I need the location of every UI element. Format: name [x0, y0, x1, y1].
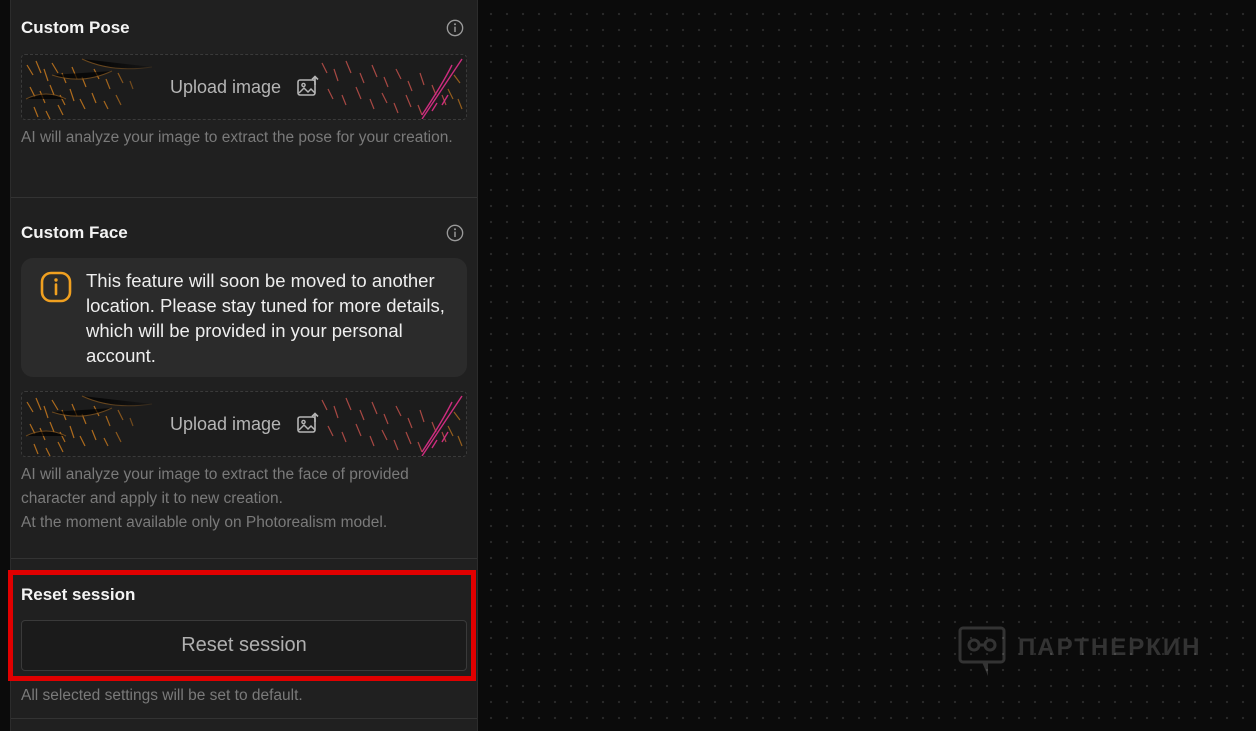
upload-label: Upload image [170, 414, 282, 434]
watermark-text: ПАРТНЕРКИН [1018, 634, 1202, 661]
image-upload-icon [297, 412, 319, 433]
custom-face-helper-text: AI will analyze your image to extract th… [21, 463, 467, 535]
custom-face-upload-dropzone[interactable]: Upload image [21, 391, 467, 457]
feature-move-notice: This feature will soon be moved to anoth… [21, 258, 467, 377]
info-icon[interactable] [446, 19, 464, 37]
watermark-logo-icon [958, 626, 1006, 676]
custom-pose-upload-dropzone[interactable]: Upload image [21, 54, 467, 120]
section-divider [11, 718, 477, 719]
notice-text: This feature will soon be moved to anoth… [86, 270, 445, 366]
reset-session-helper-text: All selected settings will be set to def… [21, 687, 303, 704]
app-screen: Custom Pose Upload image AI will analyze… [0, 0, 1256, 731]
custom-pose-helper-text: AI will analyze your image to extract th… [21, 129, 453, 146]
section-divider [11, 197, 477, 198]
custom-pose-title: Custom Pose [21, 18, 130, 37]
section-divider [11, 558, 477, 559]
highlight-annotation-box [8, 570, 476, 681]
image-upload-icon [297, 75, 319, 96]
watermark-logo: ПАРТНЕРКИН [958, 626, 1200, 678]
warning-info-icon [40, 271, 72, 303]
custom-face-helper-line: At the moment available only on Photorea… [21, 514, 388, 531]
upload-label: Upload image [170, 77, 282, 97]
canvas-area [479, 0, 1256, 731]
info-icon[interactable] [446, 224, 464, 242]
custom-face-title: Custom Face [21, 223, 128, 242]
custom-face-helper-line: AI will analyze your image to extract th… [21, 466, 409, 507]
